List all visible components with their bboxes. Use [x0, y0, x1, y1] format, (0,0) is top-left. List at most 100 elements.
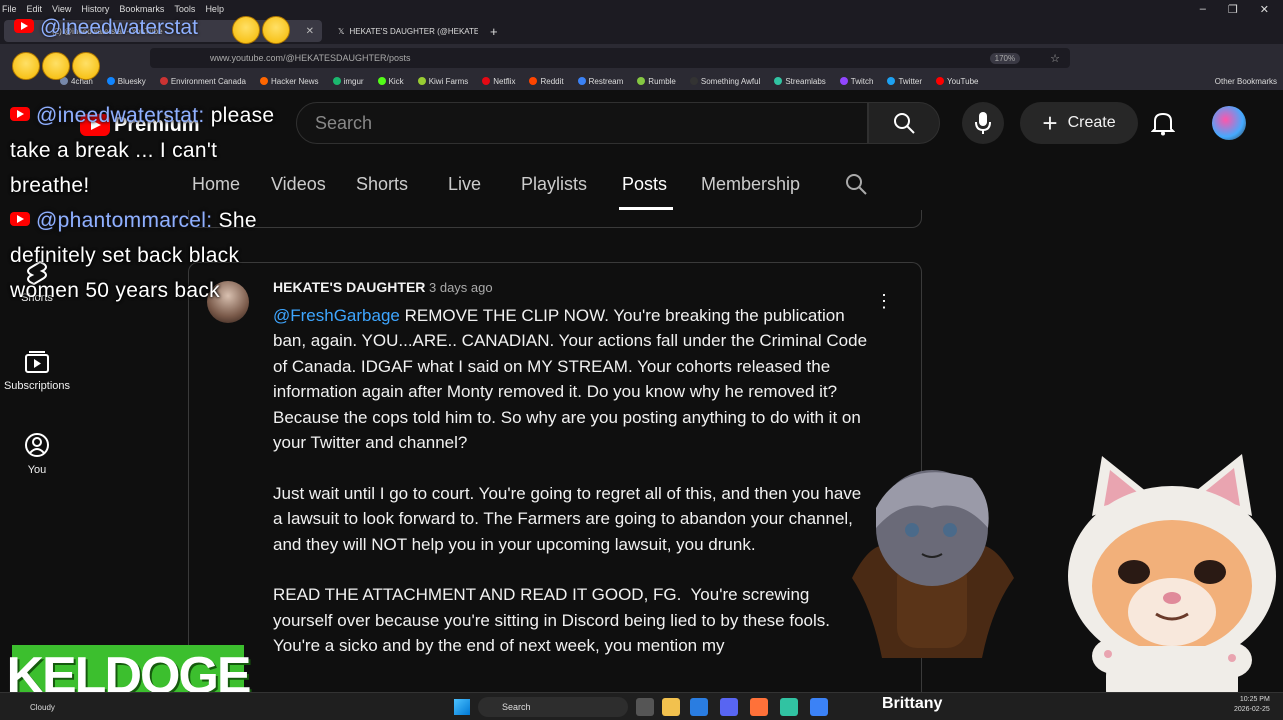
taskbar-search[interactable]: Search — [478, 697, 628, 717]
channel-search-icon[interactable] — [844, 172, 868, 196]
clock-time: 10:25 PM — [1239, 696, 1270, 703]
more-options-icon[interactable]: ⋮ — [875, 291, 893, 312]
laughing-emoji-icon — [72, 52, 100, 80]
create-button[interactable]: + Create — [1020, 102, 1138, 144]
weather-widget[interactable]: Cloudy — [30, 703, 55, 712]
file-explorer-icon[interactable] — [662, 698, 680, 716]
search-button[interactable] — [868, 102, 940, 144]
account-avatar[interactable] — [1212, 106, 1246, 140]
post-paragraph-1: REMOVE THE CLIP NOW. You're breaking the… — [273, 306, 872, 453]
bookmark-label: Netflix — [493, 76, 516, 86]
menu-file[interactable]: File — [2, 4, 17, 14]
bookmark-favicon-icon — [689, 76, 698, 85]
tab-playlists[interactable]: Playlists — [521, 174, 587, 195]
laughing-emoji-icon — [232, 16, 260, 44]
bookmark-star-icon[interactable]: ☆ — [1050, 52, 1060, 65]
bookmark-item[interactable]: Restream — [577, 76, 623, 86]
menu-view[interactable]: View — [52, 4, 71, 14]
menu-bookmarks[interactable]: Bookmarks — [119, 4, 164, 14]
search-placeholder: Search — [315, 112, 373, 133]
browser-toolbar: www.youtube.com/@HEKATESDAUGHTER/posts 1… — [0, 44, 1283, 72]
laughing-emoji-icon — [42, 52, 70, 80]
bookmark-label: Rumble — [648, 76, 676, 86]
bookmark-item[interactable]: Bluesky — [106, 76, 146, 86]
tab-posts[interactable]: Posts — [622, 174, 667, 195]
bookmark-label: YouTube — [947, 76, 979, 86]
plus-icon: + — [1042, 108, 1058, 138]
new-tab-button[interactable]: + — [482, 20, 502, 42]
bookmark-item[interactable]: Streamlabs — [774, 76, 826, 86]
bookmark-label: imgur — [343, 76, 364, 86]
tab-shorts[interactable]: Shorts — [356, 174, 408, 195]
post-body: @FreshGarbage REMOVE THE CLIP NOW. You'r… — [273, 303, 873, 659]
post-paragraph-2: Just wait until I go to court. You're go… — [273, 483, 866, 554]
bookmark-item[interactable]: Hacker News — [259, 76, 319, 86]
url-field[interactable]: www.youtube.com/@HEKATESDAUGHTER/posts 1… — [150, 48, 1070, 68]
post-timestamp[interactable]: 3 days ago — [429, 280, 493, 295]
chat-message: @phantommarcel: She definitely set back … — [10, 203, 300, 308]
discord-icon[interactable] — [720, 698, 738, 716]
bookmark-item[interactable]: Reddit — [529, 76, 564, 86]
restore-icon[interactable]: ❐ — [1228, 3, 1238, 16]
minimize-icon[interactable]: – — [1200, 3, 1206, 16]
other-bookmarks[interactable]: Other Bookmarks — [1215, 77, 1283, 86]
tab-label: HEKATE'S DAUGHTER (@HEKATE — [349, 26, 478, 36]
voice-search-button[interactable] — [962, 102, 1004, 144]
tab-close-icon[interactable]: ✕ — [306, 26, 314, 37]
menu-history[interactable]: History — [81, 4, 109, 14]
bookmark-item[interactable]: imgur — [332, 76, 364, 86]
tab-live[interactable]: Live — [448, 174, 481, 195]
bookmark-item[interactable]: Twitch — [839, 76, 873, 86]
menu-tools[interactable]: Tools — [174, 4, 195, 14]
bookmark-label: Something Awful — [700, 76, 761, 86]
sidebar-item-you[interactable]: You — [0, 432, 74, 476]
post-card: HEKATE'S DAUGHTER 3 days ago ⋮ @FreshGar… — [188, 262, 922, 702]
x-logo-icon: 𝕏 — [338, 26, 345, 36]
clock-date: 2026-02-25 — [1234, 706, 1270, 713]
sidebar-label: You — [27, 464, 47, 476]
overlay-top-user: @ineedwaterstat — [14, 16, 198, 40]
search-icon — [894, 113, 915, 134]
subscriptions-icon — [25, 351, 49, 373]
bookmark-favicon-icon — [887, 76, 896, 85]
bookmark-item[interactable]: Kiwi Farms — [417, 76, 468, 86]
streamlabs-icon[interactable] — [780, 698, 798, 716]
app-icon[interactable] — [810, 698, 828, 716]
bookmark-item[interactable]: Kick — [377, 76, 404, 86]
post-paragraph-3: READ THE ATTACHMENT AND READ IT GOOD, FG… — [273, 585, 840, 656]
menu-edit[interactable]: Edit — [27, 4, 43, 14]
firefox-icon[interactable] — [750, 698, 768, 716]
zoom-level[interactable]: 170% — [989, 52, 1021, 64]
mention-link[interactable]: @FreshGarbage — [273, 306, 400, 325]
bookmark-label: Streamlabs — [785, 76, 826, 86]
streamer-name-label: Brittany — [882, 695, 943, 712]
tab-hekates-daughter[interactable]: 𝕏 HEKATE'S DAUGHTER (@HEKATE ✕ — [330, 20, 478, 42]
notifications-button[interactable] — [1148, 108, 1178, 138]
bookmark-item[interactable]: Something Awful — [689, 76, 761, 86]
bookmark-favicon-icon — [529, 76, 538, 85]
sidebar-item-subscriptions[interactable]: Subscriptions — [0, 348, 74, 392]
bookmark-favicon-icon — [106, 76, 115, 85]
chat-message: @ineedwaterstat: please take a break ...… — [10, 98, 300, 203]
close-icon[interactable]: ✕ — [1260, 3, 1269, 16]
tab-membership[interactable]: Membership — [701, 174, 800, 195]
bookmark-label: Twitter — [898, 76, 923, 86]
microphone-icon — [975, 112, 991, 134]
user-circle-icon — [25, 433, 49, 457]
bookmark-favicon-icon — [159, 76, 168, 85]
bookmark-item[interactable]: YouTube — [936, 76, 979, 86]
menu-help[interactable]: Help — [205, 4, 224, 14]
bookmark-item[interactable]: Netflix — [482, 76, 516, 86]
taskbar-clock[interactable]: 10:25 PM 2026-02-25 — [1234, 695, 1270, 715]
bookmark-item[interactable]: Twitter — [887, 76, 923, 86]
bookmark-item[interactable]: Environment Canada — [159, 76, 246, 86]
browser-app-icon[interactable] — [690, 698, 708, 716]
bookmark-favicon-icon — [637, 76, 646, 85]
youtube-badge-icon — [10, 212, 30, 226]
youtube-badge-icon — [10, 107, 30, 121]
windows-start-icon[interactable] — [454, 699, 470, 715]
search-input[interactable]: Search — [296, 102, 868, 144]
task-view-icon[interactable] — [636, 698, 654, 716]
bookmark-favicon-icon — [936, 76, 945, 85]
bookmark-item[interactable]: Rumble — [637, 76, 676, 86]
